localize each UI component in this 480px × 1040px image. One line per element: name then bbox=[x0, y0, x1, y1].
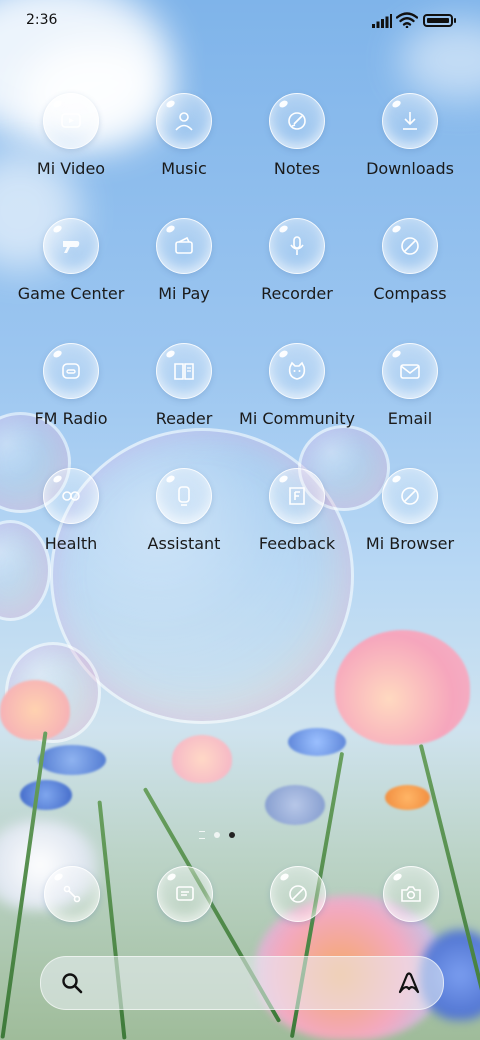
mail-icon bbox=[400, 364, 420, 379]
app-email[interactable]: Email bbox=[350, 343, 470, 428]
app-music[interactable]: Music bbox=[124, 93, 244, 178]
app-label: Mi Browser bbox=[365, 534, 455, 553]
search-bar[interactable] bbox=[40, 956, 444, 1010]
app-label: Mi Pay bbox=[158, 284, 210, 303]
page-indicator[interactable] bbox=[199, 829, 235, 841]
browser-icon bbox=[289, 885, 307, 903]
app-label: Assistant bbox=[147, 534, 221, 553]
wallet-icon bbox=[175, 236, 193, 254]
app-label: Downloads bbox=[366, 159, 454, 178]
app-fm-radio[interactable]: FM Radio bbox=[11, 343, 131, 428]
app-notes[interactable]: Notes bbox=[237, 93, 357, 178]
search-icon[interactable] bbox=[60, 971, 84, 995]
health-icon bbox=[62, 491, 80, 501]
book-icon bbox=[174, 363, 194, 380]
app-label: Music bbox=[161, 159, 207, 178]
game-icon bbox=[63, 241, 80, 253]
assistant-logo-icon[interactable] bbox=[396, 970, 422, 996]
app-label: Compass bbox=[373, 284, 447, 303]
microphone-icon bbox=[290, 236, 304, 255]
compass-icon bbox=[401, 237, 419, 255]
app-label: Reader bbox=[155, 409, 213, 428]
assistant-icon bbox=[178, 486, 190, 506]
dock-browser[interactable] bbox=[270, 866, 326, 922]
messages-icon bbox=[176, 886, 194, 901]
app-label: Recorder bbox=[261, 284, 333, 303]
camera-icon bbox=[401, 886, 421, 902]
app-game-center[interactable]: Game Center bbox=[11, 218, 131, 303]
app-label: Feedback bbox=[258, 534, 336, 553]
app-label: FM Radio bbox=[34, 409, 108, 428]
browser-icon bbox=[401, 487, 419, 505]
app-mi-pay[interactable]: Mi Pay bbox=[124, 218, 244, 303]
dock-phone[interactable] bbox=[44, 866, 100, 922]
download-icon bbox=[403, 112, 417, 130]
app-mi-browser[interactable]: Mi Browser bbox=[350, 468, 470, 553]
dock-messages[interactable] bbox=[157, 866, 213, 922]
battery-icon bbox=[423, 14, 453, 27]
app-reader[interactable]: Reader bbox=[124, 343, 244, 428]
signal-icon bbox=[372, 14, 392, 28]
phone-icon bbox=[63, 885, 81, 903]
wifi-icon bbox=[396, 12, 418, 28]
app-label: Email bbox=[387, 409, 433, 428]
radio-icon bbox=[62, 363, 80, 379]
app-label: Health bbox=[44, 534, 98, 553]
app-downloads[interactable]: Downloads bbox=[350, 93, 470, 178]
page-indicator-minus-one[interactable] bbox=[199, 831, 205, 839]
status-bar: 2:36 bbox=[0, 0, 480, 42]
app-mi-video[interactable]: Mi Video bbox=[11, 93, 131, 178]
app-feedback[interactable]: Feedback bbox=[237, 468, 357, 553]
app-recorder[interactable]: Recorder bbox=[237, 218, 357, 303]
app-label: Mi Video bbox=[36, 159, 106, 178]
page-dot-active[interactable] bbox=[229, 832, 235, 838]
app-label: Game Center bbox=[17, 284, 125, 303]
dock-camera[interactable] bbox=[383, 866, 439, 922]
app-mi-community[interactable]: Mi Community bbox=[237, 343, 357, 428]
app-label: Mi Community bbox=[239, 409, 355, 428]
person-icon bbox=[175, 112, 193, 131]
notes-icon bbox=[288, 112, 306, 130]
status-time: 2:36 bbox=[26, 12, 58, 28]
video-icon bbox=[61, 113, 81, 128]
page-dot[interactable] bbox=[214, 832, 220, 838]
community-icon bbox=[288, 361, 306, 380]
feedback-icon bbox=[289, 487, 305, 505]
app-label: Notes bbox=[273, 159, 321, 178]
app-compass[interactable]: Compass bbox=[350, 218, 470, 303]
app-health[interactable]: Health bbox=[11, 468, 131, 553]
app-assistant[interactable]: Assistant bbox=[124, 468, 244, 553]
